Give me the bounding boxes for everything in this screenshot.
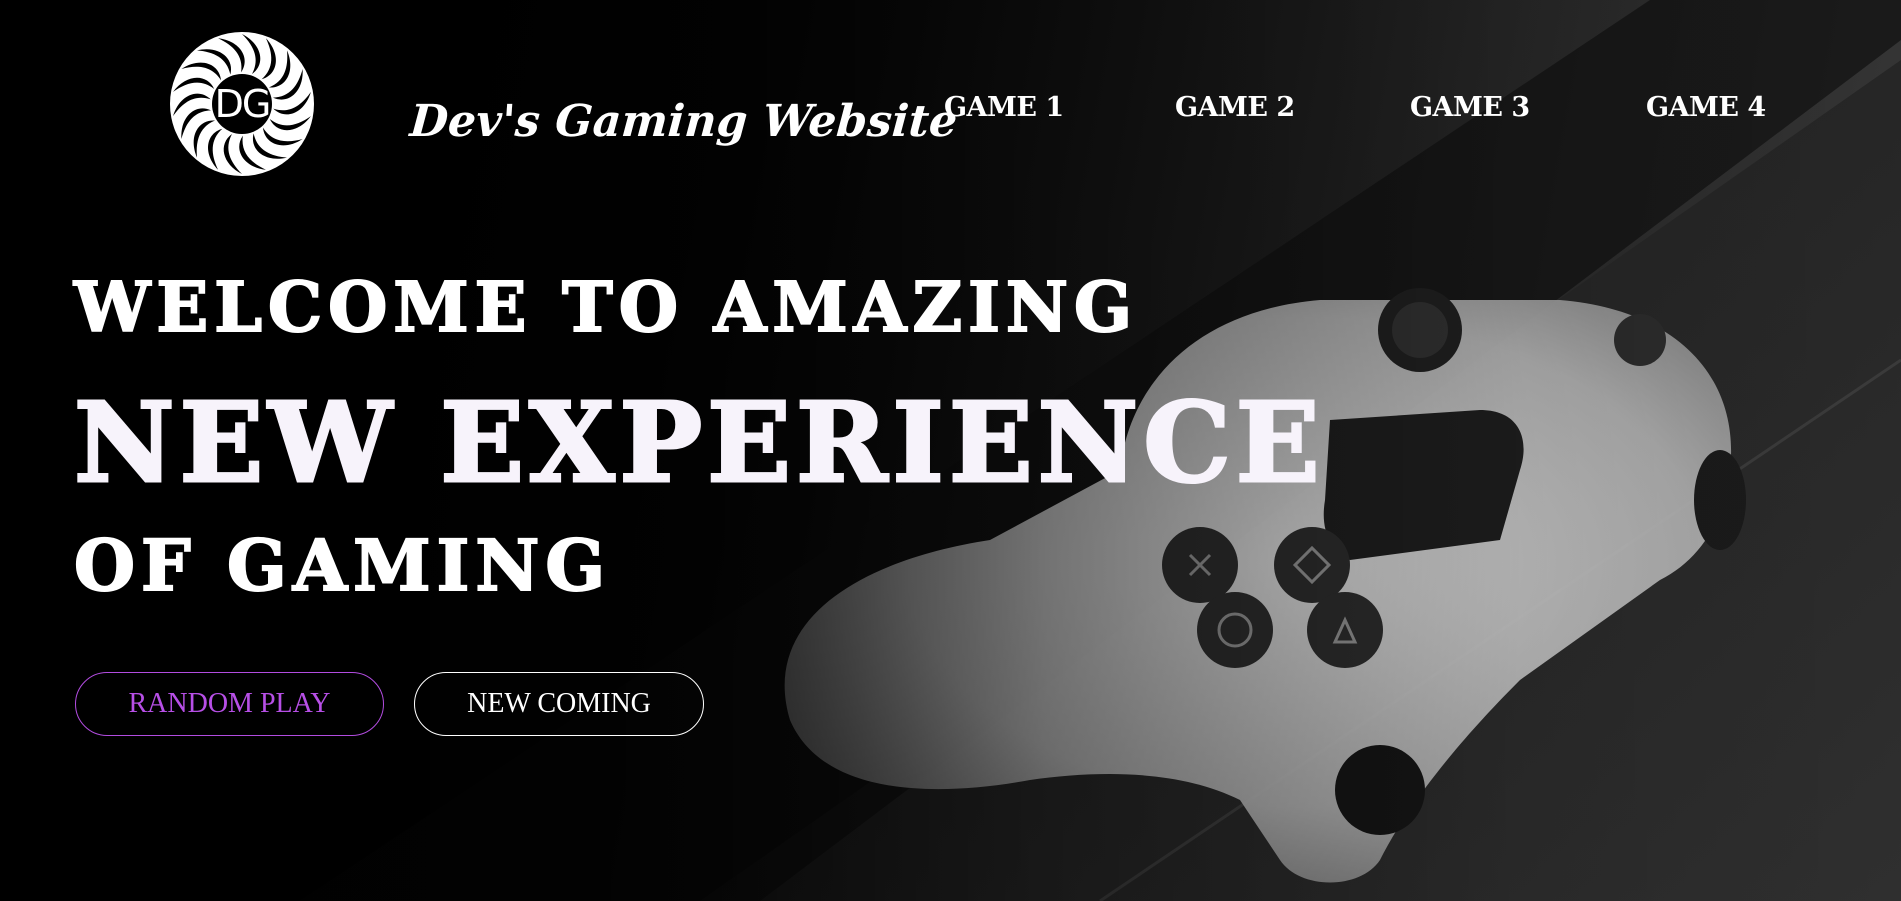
random-play-button[interactable]: RANDOM PLAY	[75, 672, 384, 736]
nav-game-2[interactable]: GAME 2	[1175, 92, 1295, 123]
nav-game-1[interactable]: GAME 1	[944, 92, 1064, 123]
hero-heading-line-3: OF GAMING	[73, 523, 612, 608]
nav-game-3[interactable]: GAME 3	[1410, 92, 1530, 123]
main-nav: GAME 1 GAME 2 GAME 3 GAME 4	[0, 92, 1901, 132]
hero-heading-line-2: NEW EXPERIENCE	[73, 377, 1325, 509]
new-coming-button[interactable]: NEW COMING	[414, 672, 704, 736]
page: DG Dev's Gaming Website GAME 1 GAME 2 GA…	[0, 0, 1901, 901]
nav-game-4[interactable]: GAME 4	[1646, 92, 1766, 123]
hero-heading-line-1: WELCOME TO AMAZING	[73, 267, 1139, 349]
